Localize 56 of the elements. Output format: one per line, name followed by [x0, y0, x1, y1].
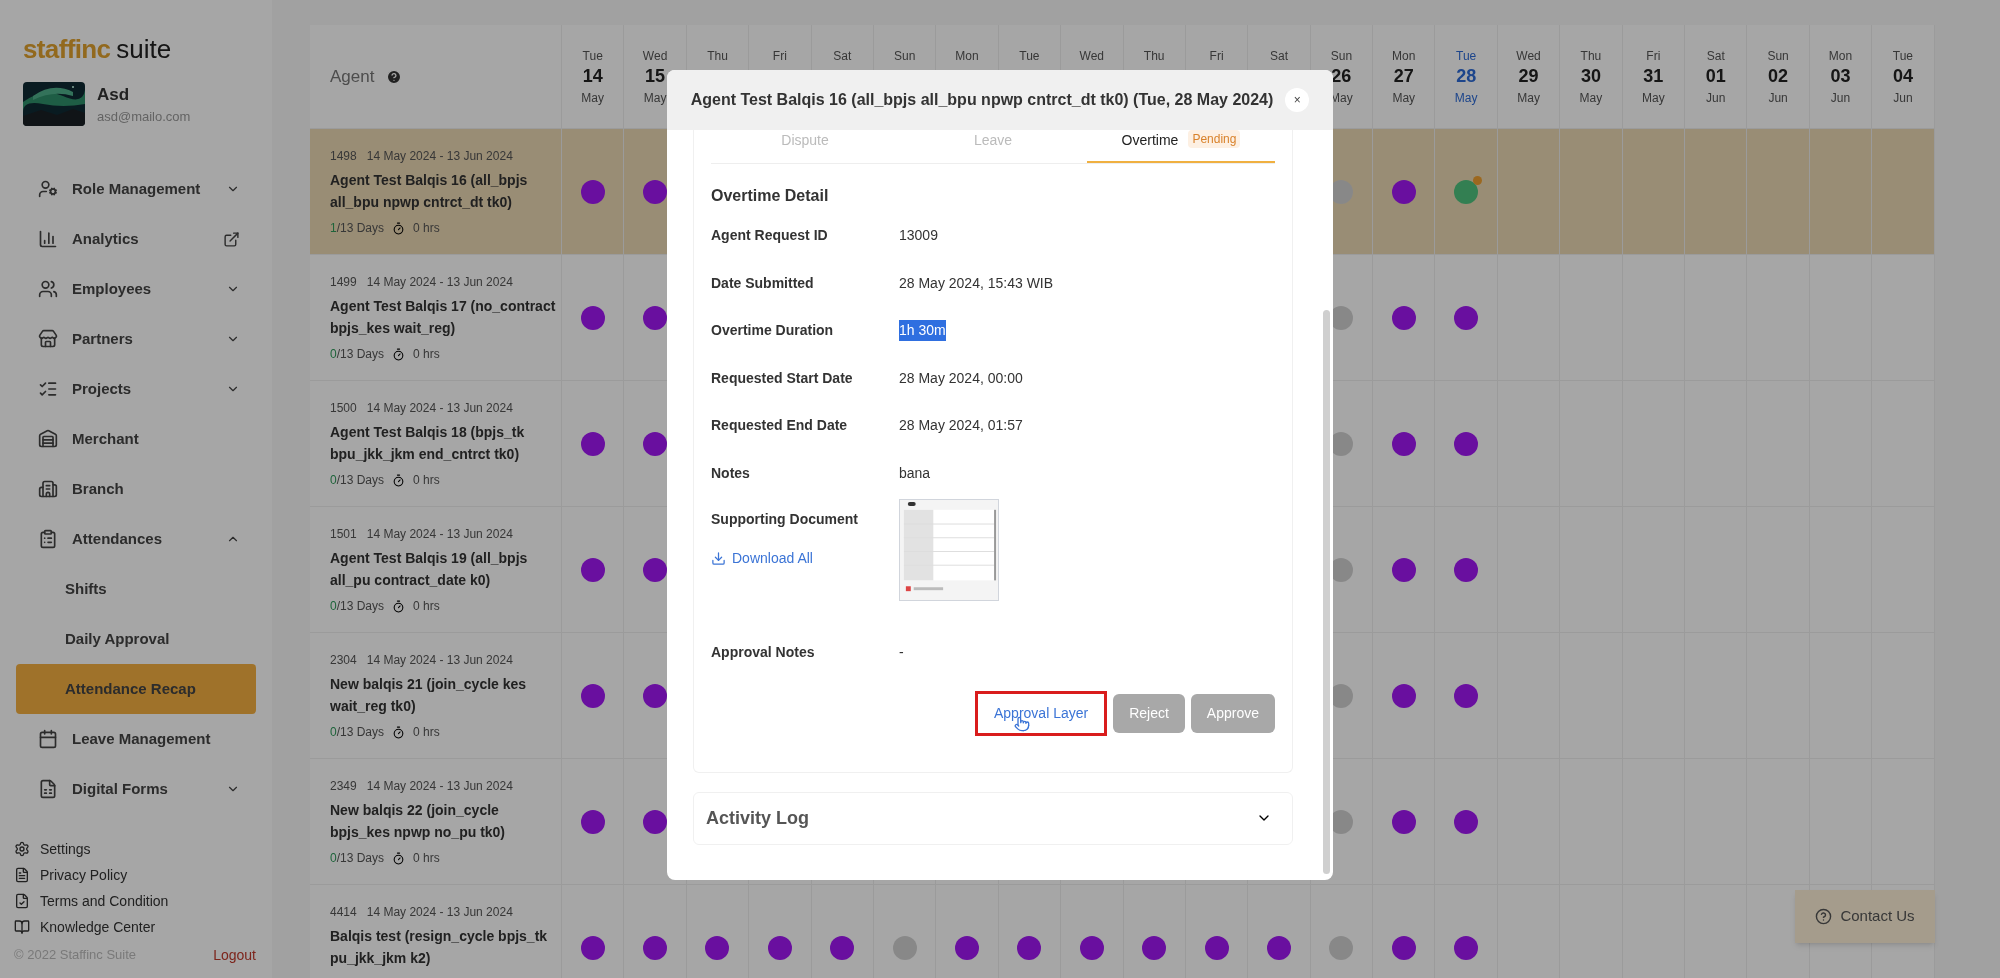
field-label: Approval Notes [711, 643, 816, 663]
hours-text: 0 hrs [413, 220, 440, 237]
agent-name: Agent Test Balqis 16 (all_bpjs all_bpu npwp cntrct_dt tk0) [330, 171, 529, 212]
agent-id: 1501 [330, 526, 357, 543]
attendance-count: 0/13 Days [330, 724, 385, 741]
attendance-count: 0/13 Days [330, 346, 385, 363]
field-value: 28 May 2024, 15:43 WIB [899, 273, 1054, 293]
attendance-count: 0/13 Days [330, 850, 385, 867]
field-value: 13009 [899, 226, 938, 246]
hours-text: 0 hrs [413, 598, 440, 615]
contract-period: 14 May 2024 - 13 Jun 2024 [366, 526, 513, 543]
hours-text: 0 hrs [413, 346, 440, 363]
dialog-title: Agent Test Balqis 16 (all_bpjs all_bpu npwp cntrct_dt tk0) (Tue, 28 May 2024) [690, 90, 1274, 110]
field-label: Requested Start Date [711, 368, 854, 388]
agent-name: Balqis test (resign_cycle bpjs_tk pu_jkk_jkm k2) [330, 927, 549, 968]
field-label: Agent Request ID [711, 226, 829, 246]
section-title: Overtime Detail [711, 186, 830, 206]
field-value: - [899, 643, 904, 663]
contract-period: 14 May 2024 - 13 Jun 2024 [366, 274, 513, 291]
field-value: 28 May 2024, 01:57 [899, 416, 1023, 436]
hours-text: 0 hrs [413, 472, 440, 489]
agent-name: New balqis 22 (join_cycle bpjs_kes npwp no_pu tk0) [330, 801, 507, 842]
field-label: Requested End Date [711, 416, 849, 436]
brand-logo: staffinc [23, 33, 111, 66]
contract-period: 14 May 2024 - 13 Jun 2024 [366, 652, 513, 669]
field-value: 28 May 2024, 00:00 [899, 368, 1023, 388]
contract-period: 14 May 2024 - 13 Jun 2024 [366, 778, 513, 795]
agent-id: 1500 [330, 400, 357, 417]
agent-name: Agent Test Balqis 19 (all_bpjs all_pu contract_date k0) [330, 549, 529, 590]
profile-email: asd@mailo.com [97, 108, 191, 126]
hours-text: 0 hrs [413, 724, 440, 741]
agent-id: 4414 [330, 904, 357, 921]
field-label: Supporting Document [711, 510, 859, 529]
contract-period: 14 May 2024 - 13 Jun 2024 [366, 400, 513, 417]
attendance-count: 1/13 Days [330, 220, 385, 237]
brand-suffix: suite [116, 33, 172, 66]
agent-id: 2349 [330, 778, 357, 795]
agent-name: Agent Test Balqis 17 (no_contract bpjs_kes wait_reg) [330, 297, 557, 338]
field-label: Overtime Duration [711, 321, 835, 341]
field-label: Notes [711, 463, 751, 483]
field-value: bana [899, 463, 931, 483]
status-badge: Pending [1188, 130, 1241, 148]
attendance-count: 0/13 Days [330, 598, 385, 615]
agent-name: Agent Test Balqis 18 (bpjs_tk bpu_jkk_jkm end_cntrct tk0) [330, 423, 526, 464]
attendance-count: 0/13 Days [330, 472, 385, 489]
field-label: Date Submitted [711, 273, 815, 293]
agent-id: 1498 [330, 148, 357, 165]
contract-period: 14 May 2024 - 13 Jun 2024 [366, 904, 513, 921]
column-header: Agent [330, 65, 375, 88]
contract-period: 14 May 2024 - 13 Jun 2024 [366, 148, 513, 165]
agent-id: 2304 [330, 652, 357, 669]
agent-id: 1499 [330, 274, 357, 291]
profile-name: Asd [97, 83, 131, 106]
agent-name: New balqis 21 (join_cycle kes wait_reg tk0) [330, 675, 528, 716]
hours-text: 0 hrs [413, 850, 440, 867]
field-value: 1h 30m [899, 320, 946, 342]
